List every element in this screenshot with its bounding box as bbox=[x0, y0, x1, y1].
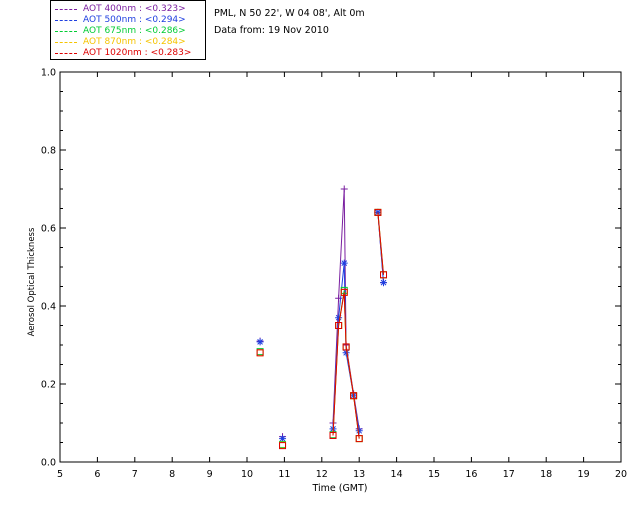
legend: AOT 400nm : <0.323> AOT 500nm : <0.294> … bbox=[50, 0, 206, 60]
data-point bbox=[256, 338, 264, 346]
x-tick-label: 7 bbox=[132, 469, 138, 480]
x-tick-label: 12 bbox=[316, 469, 328, 480]
legend-swatch bbox=[55, 9, 77, 10]
x-tick-label: 16 bbox=[465, 469, 477, 480]
data-point bbox=[355, 427, 363, 435]
series-aot-400nm bbox=[256, 185, 388, 441]
y-tick-label: 1.0 bbox=[41, 68, 56, 79]
legend-swatch bbox=[55, 31, 77, 32]
data-point bbox=[340, 259, 348, 267]
x-tick-label: 10 bbox=[241, 469, 253, 480]
x-tick-label: 15 bbox=[428, 469, 440, 480]
series-aot-870nm bbox=[256, 208, 388, 449]
series-layer bbox=[256, 185, 388, 450]
x-tick-label: 19 bbox=[578, 469, 590, 480]
x-axis-label: Time (GMT) bbox=[311, 483, 367, 494]
legend-item-500nm: AOT 500nm : <0.294> bbox=[53, 15, 203, 26]
legend-item-675nm: AOT 675nm : <0.286> bbox=[53, 26, 203, 37]
y-tick-label: 0.2 bbox=[41, 380, 56, 391]
series-aot-500nm bbox=[256, 208, 388, 443]
x-tick-label: 9 bbox=[207, 469, 213, 480]
legend-item-870nm: AOT 870nm : <0.284> bbox=[53, 37, 203, 48]
legend-swatch bbox=[55, 20, 77, 21]
legend-label: AOT 870nm : <0.284> bbox=[83, 37, 186, 47]
y-tick-label: 0.4 bbox=[41, 302, 56, 313]
data-point bbox=[335, 314, 343, 322]
legend-swatch bbox=[55, 42, 77, 43]
x-tick-label: 5 bbox=[57, 469, 63, 480]
legend-label: AOT 500nm : <0.294> bbox=[83, 15, 186, 25]
series-aot-675nm bbox=[256, 208, 388, 448]
series-aot-1020nm bbox=[256, 208, 388, 450]
x-tick-label: 13 bbox=[353, 469, 365, 480]
station-info: PML, N 50 22', W 04 08', Alt 0m bbox=[214, 8, 365, 19]
y-axis-label: Aerosol Optical Thickness bbox=[27, 227, 37, 336]
aot-chart: 5 6 7 8 9 10 11 12 13 14 15 16 17 18 19 20 0.0 0.2 0.4 0.6 0… bbox=[27, 68, 627, 495]
x-tick-label: 8 bbox=[169, 469, 175, 480]
y-tick-label: 0.0 bbox=[41, 458, 56, 469]
x-tick-label: 11 bbox=[278, 469, 290, 480]
legend-label: AOT 400nm : <0.323> bbox=[83, 4, 186, 14]
x-tick-label: 18 bbox=[540, 469, 552, 480]
x-tick-label: 6 bbox=[94, 469, 100, 480]
y-tick-label: 0.6 bbox=[41, 224, 56, 235]
legend-label: AOT 675nm : <0.286> bbox=[83, 26, 186, 36]
y-tick-label: 0.8 bbox=[41, 146, 56, 157]
date-info: Data from: 19 Nov 2010 bbox=[214, 25, 329, 36]
x-tick-label: 17 bbox=[503, 469, 515, 480]
x-tick-label: 14 bbox=[391, 469, 403, 480]
legend-swatch bbox=[55, 53, 77, 54]
data-point bbox=[380, 279, 388, 287]
legend-label: AOT 1020nm : <0.283> bbox=[83, 48, 192, 58]
series-line bbox=[377, 212, 384, 275]
legend-item-400nm: AOT 400nm : <0.323> bbox=[53, 4, 203, 15]
data-point bbox=[340, 185, 348, 193]
legend-item-1020nm: AOT 1020nm : <0.283> bbox=[53, 48, 203, 59]
x-tick-label: 20 bbox=[615, 469, 627, 480]
